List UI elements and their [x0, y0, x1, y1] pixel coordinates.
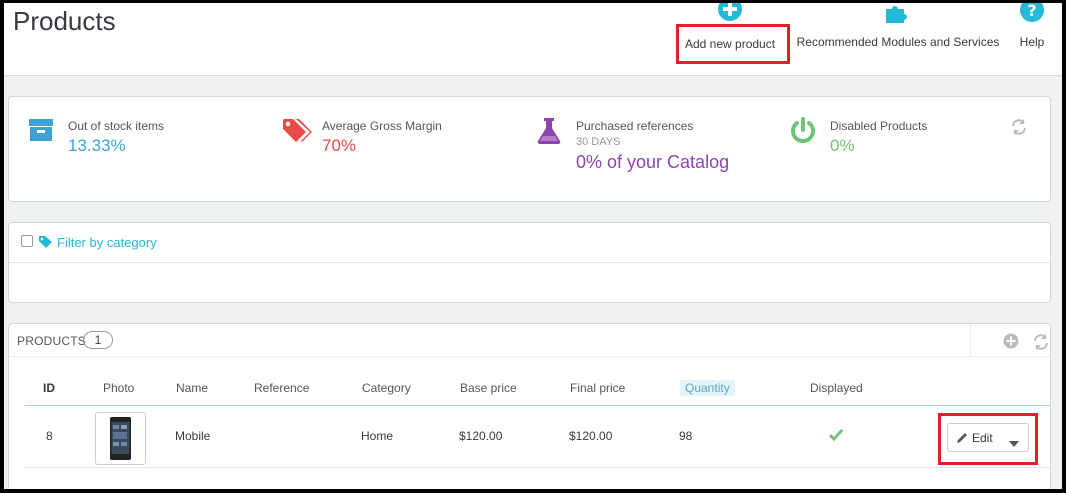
tag-icon	[38, 235, 54, 252]
kpi-label: Disabled Products	[830, 119, 928, 133]
add-new-product-label: Add new product	[685, 37, 776, 51]
filter-category-checkbox[interactable]	[21, 235, 33, 247]
power-icon	[790, 117, 816, 146]
help-icon: ?	[1014, 3, 1050, 23]
column-header-photo: Photo	[103, 381, 135, 395]
cell-final-price: $120.00	[569, 429, 613, 443]
help-button[interactable]: ? Help	[1014, 3, 1050, 49]
recommended-modules-label: Recommended Modules and Services	[796, 35, 1000, 49]
product-photo[interactable]	[95, 412, 146, 465]
kpi-label: Average Gross Margin	[322, 119, 442, 133]
kpi-value: 0%	[830, 136, 855, 155]
edit-label: Edit	[972, 431, 993, 445]
kpi-value: 13.33%	[68, 136, 126, 155]
caret-down-icon[interactable]	[1009, 435, 1019, 450]
archive-box-icon	[28, 117, 54, 146]
page-title: Products	[13, 6, 116, 36]
column-header-quantity[interactable]: Quantity	[680, 380, 735, 396]
cell-id: 8	[46, 429, 53, 443]
refresh-icon[interactable]	[1010, 118, 1028, 139]
filter-by-category-link[interactable]: Filter by category	[57, 235, 157, 250]
products-count-badge: 1	[83, 331, 113, 349]
app-frame: Products Add new product Recommended Mod…	[4, 3, 1062, 489]
tags-icon	[282, 117, 312, 148]
filter-panel: Filter by category	[8, 222, 1051, 303]
kpi-value: 70%	[322, 136, 357, 155]
page-header: Products Add new product Recommended Mod…	[4, 3, 1062, 76]
puzzle-icon	[792, 3, 1004, 23]
column-header-category[interactable]: Category	[362, 381, 411, 395]
kpi-value: 0% of your Catalog	[576, 152, 730, 172]
add-new-product-button[interactable]: Add new product	[676, 24, 790, 64]
column-header-reference[interactable]: Reference	[254, 381, 309, 395]
column-header-displayed[interactable]: Displayed	[810, 381, 863, 395]
add-icon[interactable]	[1003, 333, 1019, 352]
kpi-label: Out of stock items	[68, 119, 165, 133]
displayed-check-icon[interactable]	[828, 429, 844, 444]
products-panel: PRODUCTS 1 ID Photo Name Reference Categ…	[8, 323, 1051, 489]
kpi-panel: Out of stock items 13.33% Average Gross …	[8, 96, 1051, 202]
column-header-base-price[interactable]: Base price	[460, 381, 517, 395]
cell-name: Mobile	[175, 429, 211, 443]
products-tools	[970, 324, 1052, 357]
products-title: PRODUCTS	[17, 334, 86, 348]
column-header-final-price[interactable]: Final price	[570, 381, 625, 395]
filter-row: Filter by category	[9, 223, 1050, 263]
help-label: Help	[1019, 35, 1045, 49]
cell-base-price: $120.00	[459, 429, 503, 443]
refresh-icon[interactable]	[1032, 333, 1050, 354]
flask-icon	[536, 117, 562, 148]
kpi-sub: 30 DAYS	[576, 136, 621, 148]
column-header-id[interactable]: ID	[43, 381, 55, 395]
recommended-modules-button[interactable]: Recommended Modules and Services	[792, 3, 1004, 49]
edit-highlight: Edit	[938, 413, 1038, 465]
column-header-name[interactable]: Name	[176, 381, 208, 395]
svg-text:?: ?	[1027, 3, 1036, 20]
cell-category: Home	[361, 429, 394, 443]
edit-button[interactable]: Edit	[947, 423, 1029, 452]
products-header: PRODUCTS 1	[9, 324, 1050, 357]
cell-quantity: 98	[679, 429, 693, 443]
pencil-icon	[956, 432, 968, 447]
add-circle-icon[interactable]	[717, 3, 743, 23]
kpi-label: Purchased references	[576, 119, 694, 133]
